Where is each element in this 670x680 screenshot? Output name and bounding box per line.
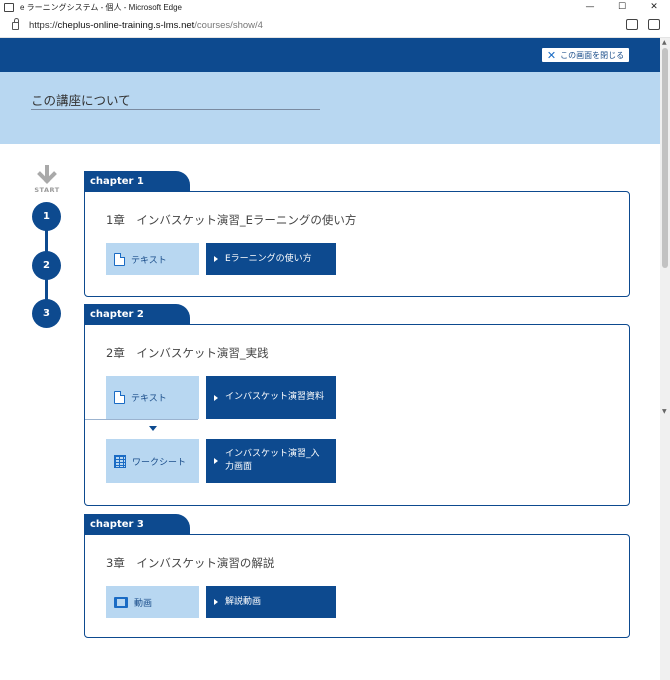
button-label: インバスケット演習資料: [225, 392, 325, 402]
type-label: 動画: [134, 598, 153, 609]
top-nav-bar: ✕ この画面を閉じる: [0, 38, 660, 72]
play-triangle-icon: [214, 458, 218, 464]
chapter-3-type-video: 動画: [106, 586, 199, 618]
app-available-icon[interactable]: [648, 19, 660, 30]
chevron-down-icon: [149, 426, 157, 431]
window-titlebar: e ラーニングシステム - 個人 - Microsoft Edge — ☐ ✕: [0, 0, 670, 14]
chapter-1: chapter 1 1章 インバスケット演習_Eラーニングの使い方 テキスト E…: [84, 171, 630, 297]
close-screen-button[interactable]: ✕ この画面を閉じる: [541, 47, 630, 63]
video-icon: [114, 596, 128, 608]
timeline-step-3: 3: [32, 299, 61, 328]
chapter-3: chapter 3 3章 インバスケット演習の解説 動画 解説動画: [84, 514, 630, 640]
chapter-1-title: 1章 インバスケット演習_Eラーニングの使い方: [106, 213, 357, 227]
chapter-2-type-worksheet: ワークシート: [106, 439, 199, 483]
page-title: この講座について: [31, 93, 131, 108]
inbasket-input-button[interactable]: インバスケット演習_入力画面: [206, 439, 336, 483]
chapter-3-box: 3章 インバスケット演習の解説 動画 解説動画: [84, 534, 630, 638]
worksheet-icon: [114, 454, 126, 468]
lock-icon[interactable]: [12, 17, 19, 30]
scrollbar-thumb[interactable]: [662, 48, 668, 268]
close-icon: ✕: [546, 48, 557, 62]
url-path: /courses/show/4: [194, 20, 263, 31]
url-host: cheplus-online-training.s-lms.net: [57, 20, 195, 31]
chapter-2-title: 2章 インバスケット演習_実践: [106, 346, 269, 360]
chapter-1-box: 1章 インバスケット演習_Eラーニングの使い方 テキスト Eラーニングの使い方: [84, 191, 630, 297]
play-triangle-icon: [214, 394, 218, 401]
edge-app-icon: [4, 2, 14, 12]
url-text[interactable]: https://cheplus-online-training.s-lms.ne…: [29, 20, 263, 31]
chapter-2-tab: chapter 2: [84, 304, 190, 326]
address-tools: [626, 19, 660, 30]
chapter-3-tab: chapter 3: [84, 514, 190, 536]
maximize-button[interactable]: ☐: [606, 0, 638, 14]
read-aloud-icon[interactable]: [626, 19, 638, 30]
close-window-button[interactable]: ✕: [638, 0, 670, 14]
explanation-video-button[interactable]: 解説動画: [206, 586, 336, 618]
close-screen-label: この画面を閉じる: [560, 50, 625, 60]
vertical-scrollbar[interactable]: ▲ ▼: [660, 38, 670, 680]
button-label: インバスケット演習_入力画面: [225, 449, 320, 472]
chapter-2: chapter 2 2章 インバスケット演習_実践 テキスト インバスケット演習…: [84, 304, 630, 508]
button-label: Eラーニングの使い方: [225, 253, 312, 264]
start-label: START: [34, 186, 60, 194]
play-triangle-icon: [214, 599, 218, 605]
title-underline: [31, 109, 320, 110]
button-label: 解説動画: [225, 596, 262, 607]
document-icon: [114, 391, 125, 404]
type-label: ワークシート: [132, 457, 187, 468]
chapter-1-tab: chapter 1: [84, 171, 190, 193]
scroll-up-icon[interactable]: ▲: [662, 39, 667, 46]
chapter-2-box: 2章 インバスケット演習_実践 テキスト インバスケット演習資料 ワークシート …: [84, 324, 630, 506]
url-prefix: https://: [29, 20, 58, 31]
timeline-step-2: 2: [32, 251, 61, 280]
document-icon: [114, 252, 125, 266]
inbasket-materials-button[interactable]: インバスケット演習資料: [206, 376, 336, 419]
start-arrow-icon: [33, 164, 61, 185]
page-content: ✕ この画面を閉じる この講座について START 1 2 3 chapter …: [0, 38, 660, 680]
type-label: テキスト: [131, 255, 167, 266]
type-label: テキスト: [131, 394, 167, 404]
scroll-down-icon[interactable]: ▼: [662, 408, 667, 415]
elearning-howto-button[interactable]: Eラーニングの使い方: [206, 243, 336, 275]
address-bar[interactable]: https://cheplus-online-training.s-lms.ne…: [0, 14, 670, 38]
minimize-button[interactable]: —: [574, 0, 606, 14]
chapter-2-type-text: テキスト: [106, 376, 199, 419]
course-header: この講座について: [0, 72, 660, 144]
window-controls: — ☐ ✕: [574, 0, 670, 14]
play-triangle-icon: [214, 256, 218, 262]
chapter-1-type-text: テキスト: [106, 243, 199, 275]
timeline-step-1: 1: [32, 202, 61, 231]
window-title: e ラーニングシステム - 個人 - Microsoft Edge: [20, 2, 183, 12]
chapter-3-title: 3章 インバスケット演習の解説: [106, 556, 275, 570]
start-marker: START: [33, 164, 61, 194]
item-divider: [85, 419, 198, 420]
